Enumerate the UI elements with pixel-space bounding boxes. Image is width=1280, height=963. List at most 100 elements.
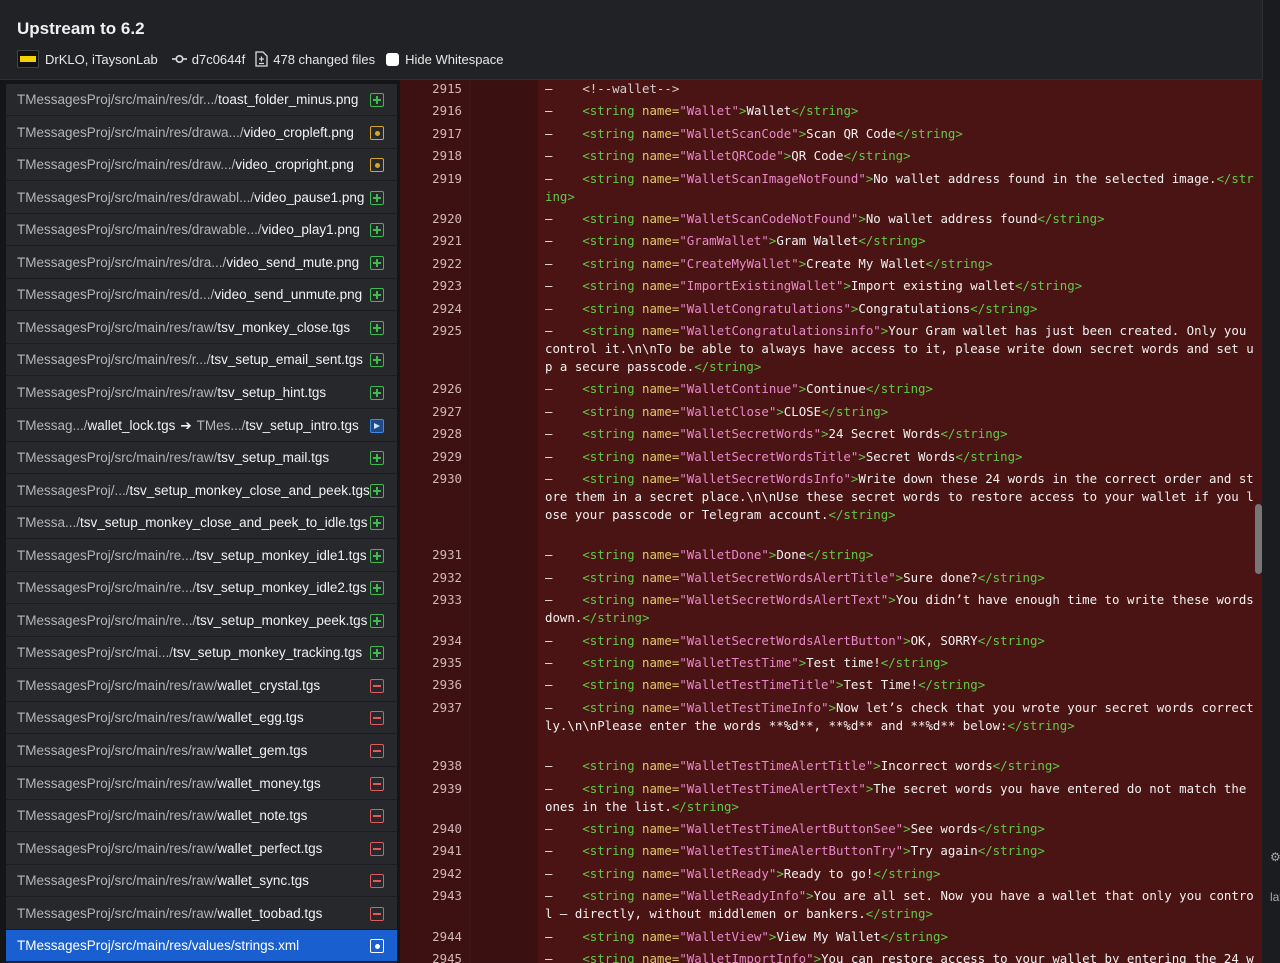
string-key: WalletTestTimeAlertButtonSee xyxy=(686,821,896,836)
string-value: Sure done? xyxy=(903,569,978,585)
diff-code: – <string name="WalletTestTimeTitle">Tes… xyxy=(545,677,986,693)
diff-removed-icon xyxy=(370,809,384,823)
hide-whitespace-label[interactable]: Hide Whitespace xyxy=(405,52,503,67)
line-number: 2940 xyxy=(432,821,462,836)
file-row[interactable]: TMessagesProj/src/main/res/draw.../video… xyxy=(6,149,397,181)
diff-scrollbar-thumb[interactable] xyxy=(1255,504,1262,574)
file-row[interactable]: TMessagesProj/src/main/res/raw/wallet_no… xyxy=(6,800,397,832)
diff-added-icon xyxy=(370,516,384,530)
string-key: WalletTestTimeTitle xyxy=(686,677,829,693)
authors[interactable]: DrKLO, iTaysonLab xyxy=(45,52,158,67)
file-row[interactable]: TMessagesProj/src/main/res/raw/wallet_sy… xyxy=(6,865,397,897)
file-row[interactable]: TMessagesProj/src/main/res/dra.../video_… xyxy=(6,247,397,279)
file-row[interactable]: TMessagesProj/src/main/res/raw/wallet_to… xyxy=(6,898,397,930)
line-number: 2926 xyxy=(432,381,462,397)
file-path: TMessagesProj/src/main/res/dr.../ xyxy=(17,92,219,107)
file-row[interactable]: TMessagesProj/src/main/res/raw/wallet_mo… xyxy=(6,768,397,800)
file-row[interactable]: TMessagesProj/src/main/res/drawa.../vide… xyxy=(6,117,397,149)
diff-code: – <string name="WalletSecretWordsInfo">W… xyxy=(545,471,1254,522)
line-number: 2930 xyxy=(432,471,462,486)
file-row[interactable]: TMessa.../tsv_setup_monkey_close_and_pee… xyxy=(6,507,397,539)
diff-removed-icon xyxy=(370,679,384,693)
file-path: TMessagesProj/src/main/res/drawabl.../ xyxy=(17,190,255,205)
file-path: TMessag.../ xyxy=(17,418,88,433)
diff-code: – <string name="WalletCongratulations">C… xyxy=(545,300,1038,316)
file-path: TMessagesProj/src/main/res/raw/ xyxy=(17,710,218,725)
diff-code: – <string name="WalletSecretWordsTitle">… xyxy=(545,448,1023,464)
file-row[interactable]: TMessag.../wallet_lock.tgs ➔ TMes.../tsv_s… xyxy=(6,410,397,442)
line-number: 2939 xyxy=(432,780,462,796)
string-key: Wallet xyxy=(686,103,732,119)
diff-code: – <string name="WalletTestTimeAlertButto… xyxy=(545,843,1045,859)
string-key: GramWallet xyxy=(686,233,762,249)
file-name: wallet_sync.tgs xyxy=(217,873,309,888)
file-name: wallet_note.tgs xyxy=(217,808,308,823)
commit-sha[interactable]: d7c0644f xyxy=(192,52,246,67)
line-number: 2921 xyxy=(432,233,462,249)
diff-removed-icon xyxy=(370,874,384,888)
file-row[interactable]: TMessagesProj/src/main/re.../tsv_setup_m… xyxy=(6,605,397,637)
file-row[interactable]: TMessagesProj/src/main/res/raw/wallet_pe… xyxy=(6,833,397,865)
diff-code: – <string name="WalletTestTimeAlertTitle… xyxy=(545,758,1060,774)
file-row[interactable]: TMessagesProj/src/main/res/raw/tsv_setup… xyxy=(6,442,397,474)
string-key: WalletTestTimeInfo xyxy=(686,699,822,715)
line-number: 2934 xyxy=(432,632,462,648)
diff-header: Upstream to 6.2 DrKLO, iTaysonLab d7c064… xyxy=(0,0,1280,80)
diff-code: – <string name="WalletSecretWordsAlertBu… xyxy=(545,632,1045,648)
line-number: 2942 xyxy=(432,865,462,881)
file-path: TMessagesProj/src/main/res/raw/ xyxy=(17,678,218,693)
file-path: TMessagesProj/src/main/res/raw/ xyxy=(17,873,218,888)
diff-code: – <string name="WalletSecretWordsAlertTi… xyxy=(545,569,1045,585)
file-row[interactable]: TMessagesProj/src/main/res/raw/tsv_setup… xyxy=(6,377,397,409)
line-number: 2935 xyxy=(432,655,462,670)
line-number: 2915 xyxy=(432,81,462,96)
diff-code: – <string name="WalletContinue">Continue… xyxy=(545,381,933,397)
diff-code: – <string name="WalletSecretWords">24 Se… xyxy=(545,426,1008,442)
string-key: CreateMyWallet xyxy=(686,255,792,271)
file-row[interactable]: TMessagesProj/src/main/res/r.../tsv_setu… xyxy=(6,344,397,376)
file-path: TMessagesProj/src/main/res/raw/ xyxy=(17,320,218,335)
diff-code: – <string name="CreateMyWallet">Create M… xyxy=(545,255,993,271)
file-row[interactable]: TMessagesProj/src/main/res/drawabl.../vi… xyxy=(6,182,397,214)
diff-added-icon xyxy=(370,288,384,302)
file-name: wallet_toobad.tgs xyxy=(217,906,323,921)
string-value: Test time! xyxy=(806,655,881,670)
file-name: video_play1.png xyxy=(261,222,360,237)
string-value: Congratulations xyxy=(858,300,971,316)
file-path: TMessagesProj/src/main/res/raw/ xyxy=(17,743,218,758)
file-name: wallet_perfect.tgs xyxy=(217,841,323,856)
line-number: 2925 xyxy=(432,323,462,338)
file-path-new: TMes.../ xyxy=(196,418,246,433)
diff-code: – <string name="WalletScanCode">Scan QR … xyxy=(545,125,963,141)
string-key: WalletContinue xyxy=(686,381,792,397)
file-row[interactable]: TMessagesProj/src/main/re.../tsv_setup_m… xyxy=(6,540,397,572)
file-row[interactable]: TMessagesProj/src/main/res/raw/wallet_ge… xyxy=(6,735,397,767)
file-row[interactable]: TMessagesProj/src/main/res/drawable.../v… xyxy=(6,214,397,246)
file-path: TMessagesProj/src/main/res/drawable.../ xyxy=(17,222,262,237)
file-row[interactable]: TMessagesProj/src/main/res/raw/tsv_monke… xyxy=(6,312,397,344)
string-value: Import existing wallet xyxy=(850,278,1016,294)
line-number: 2917 xyxy=(432,125,462,141)
file-name: tsv_setup_monkey_idle2.tgs xyxy=(196,580,367,595)
file-row[interactable]: TMessagesProj/src/main/res/dr.../toast_f… xyxy=(6,84,397,116)
string-key: WalletScanImageNotFound xyxy=(686,170,859,186)
hide-whitespace-checkbox[interactable] xyxy=(386,52,400,66)
diff-scrollbar-track[interactable] xyxy=(1262,80,1280,963)
string-key: WalletQRCode xyxy=(686,148,777,164)
string-value: Test Time! xyxy=(843,677,919,693)
diff-code: – <string name="WalletTestTime">Test tim… xyxy=(545,655,948,670)
line-number: 2923 xyxy=(432,278,462,294)
file-row[interactable]: TMessagesProj/src/main/res/raw/wallet_cr… xyxy=(6,670,397,702)
file-row[interactable]: TMessagesProj/src/main/res/d.../video_se… xyxy=(6,279,397,311)
file-path: TMessagesProj/src/main/res/r.../ xyxy=(17,352,211,367)
diff-added-icon xyxy=(370,484,384,498)
diff-code: – <string name="WalletTestTimeInfo">Now … xyxy=(545,699,1254,733)
file-row[interactable]: TMessagesProj/src/mai.../tsv_setup_monke… xyxy=(6,637,397,669)
line-number: 2943 xyxy=(432,888,462,904)
file-row[interactable]: TMessagesProj/src/main/re.../tsv_setup_m… xyxy=(6,572,397,604)
changed-files-list: TMessagesProj/src/main/res/dr.../toast_f… xyxy=(6,84,397,963)
file-row[interactable]: TMessagesProj/src/main/res/raw/wallet_eg… xyxy=(6,702,397,734)
string-key: WalletClose xyxy=(686,403,769,419)
file-row[interactable]: TMessagesProj/.../tsv_setup_monkey_close… xyxy=(6,475,397,507)
file-row[interactable]: TMessagesProj/src/main/res/values/string… xyxy=(6,930,397,962)
